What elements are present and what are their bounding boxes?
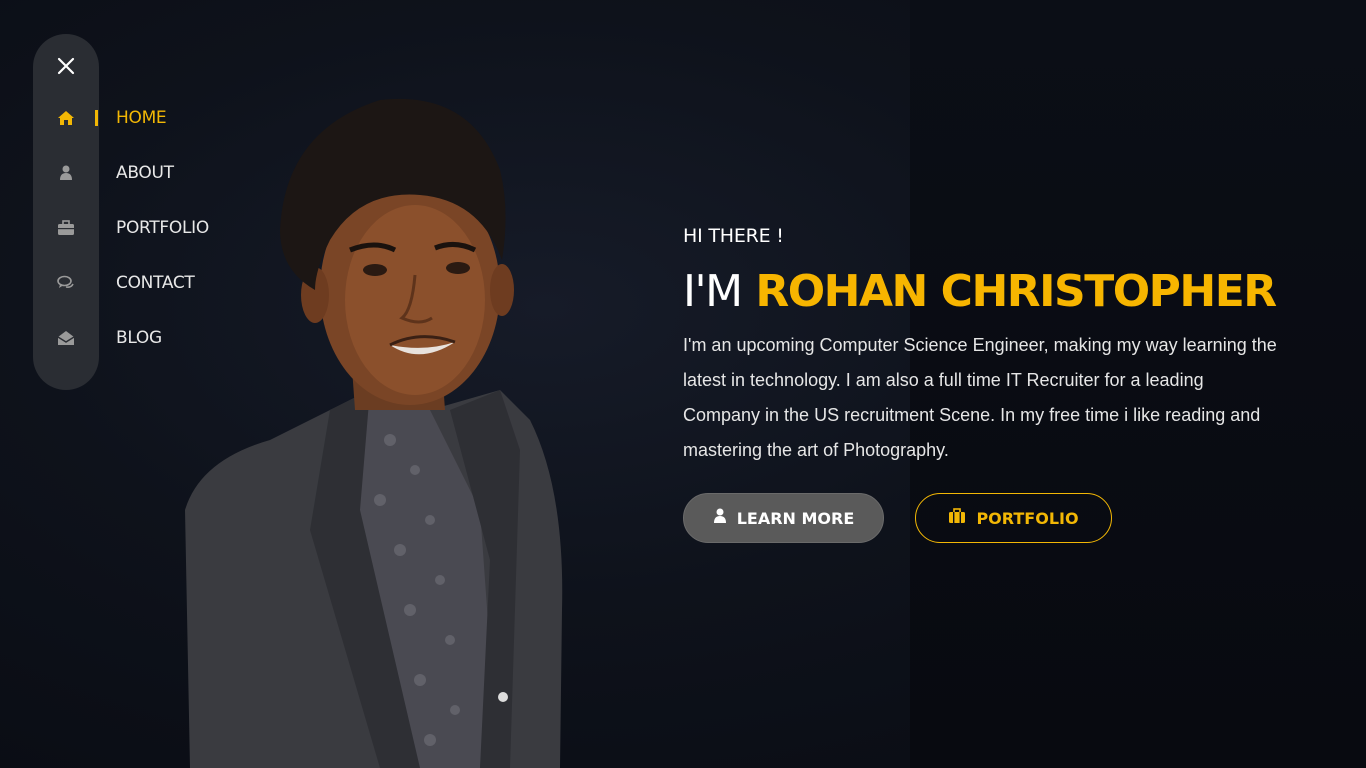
envelope-open-icon	[56, 328, 76, 348]
user-icon	[713, 508, 727, 528]
sidebar-item-label: PORTFOLIO	[116, 218, 209, 238]
home-icon	[56, 108, 76, 128]
title-prefix: I'M	[683, 266, 743, 317]
user-icon	[56, 163, 76, 183]
briefcase-icon	[948, 508, 966, 528]
learn-more-button[interactable]: LEARN MORE	[683, 493, 884, 543]
hero-description: I'm an upcoming Computer Science Enginee…	[683, 335, 1277, 460]
sidebar-item-label: BLOG	[116, 328, 162, 348]
portfolio-label: PORTFOLIO	[976, 508, 1079, 528]
chat-icon	[56, 273, 76, 293]
portfolio-button[interactable]: PORTFOLIO	[915, 493, 1112, 543]
profile-photo	[185, 98, 563, 768]
sidebar-item-label: HOME	[116, 108, 167, 128]
greeting-text: HI THERE !	[683, 225, 784, 247]
sidebar-item-label: ABOUT	[116, 163, 174, 183]
close-icon[interactable]	[54, 54, 78, 78]
hero-name: ROHAN CHRISTOPHER	[755, 266, 1277, 317]
briefcase-icon	[56, 218, 76, 238]
active-indicator	[95, 110, 98, 126]
sidebar-item-label: CONTACT	[116, 273, 195, 293]
hero-title: I'M ROHAN CHRISTOPHER	[683, 266, 1277, 317]
sidebar-nav: HOME ABOUT PORTFOLIO CONTACT BLOG	[33, 34, 209, 390]
learn-more-label: LEARN MORE	[736, 508, 855, 528]
